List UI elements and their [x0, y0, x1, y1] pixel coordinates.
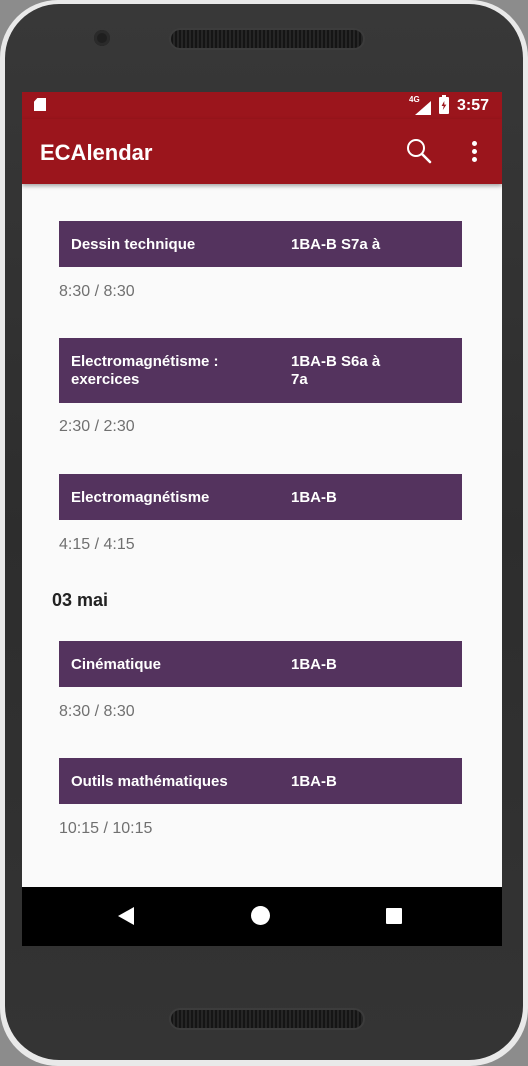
event-time: 2:30 / 2:30	[59, 418, 135, 435]
screen: 4G 3:57 ECAlendar Dessin technique 1BA-B…	[22, 92, 502, 946]
more-vert-icon-dot	[472, 149, 477, 154]
event-list[interactable]: Dessin technique 1BA-B S7a à 8:30 / 8:30…	[22, 184, 502, 887]
app-title: ECAlendar	[40, 140, 153, 165]
event-time: 8:30 / 8:30	[59, 703, 135, 720]
event-time: 10:15 / 10:15	[59, 820, 153, 837]
event-name: Cinématique	[71, 656, 162, 673]
more-options-button[interactable]	[462, 135, 486, 169]
event-name: Electromagnétisme	[71, 489, 210, 506]
day-header: 03 mai	[52, 590, 109, 610]
battery-charging-icon	[439, 95, 449, 114]
home-icon[interactable]	[251, 906, 270, 925]
event-group: 1BA-B S6a à 7a	[291, 353, 381, 388]
event-group: 1BA-B	[291, 656, 337, 673]
search-button[interactable]	[402, 135, 436, 169]
event-group: 1BA-B	[291, 773, 337, 790]
event-name: Outils mathématiques	[71, 773, 228, 790]
event-name: Dessin technique	[71, 236, 196, 253]
event-card[interactable]: Electromagnétisme : exercices 1BA-B S6a …	[59, 338, 462, 403]
signal-icon: 4G	[409, 95, 433, 115]
event-card[interactable]: Outils mathématiques 1BA-B	[59, 758, 462, 804]
back-icon[interactable]	[118, 907, 134, 925]
event-card[interactable]: Electromagnétisme 1BA-B	[59, 474, 462, 520]
more-vert-icon-dot	[472, 157, 477, 162]
earpiece-speaker	[171, 30, 363, 48]
list-item[interactable]: Cinématique 1BA-B 8:30 / 8:30	[59, 641, 462, 720]
device-frame: 4G 3:57 ECAlendar Dessin technique 1BA-B…	[0, 0, 528, 1066]
bottom-speaker	[171, 1010, 363, 1028]
status-clock: 3:57	[457, 97, 490, 114]
list-item[interactable]: Electromagnétisme 1BA-B 4:15 / 4:15	[59, 474, 462, 553]
recents-icon[interactable]	[386, 908, 402, 924]
search-icon	[407, 139, 432, 164]
more-vert-icon	[472, 141, 477, 146]
event-card[interactable]: Dessin technique 1BA-B S7a à	[59, 221, 462, 267]
network-type: 4G	[409, 95, 420, 104]
event-card[interactable]: Cinématique 1BA-B	[59, 641, 462, 687]
list-item[interactable]: Electromagnétisme : exercices 1BA-B S6a …	[59, 338, 462, 435]
list-item[interactable]: Dessin technique 1BA-B S7a à 8:30 / 8:30	[59, 221, 462, 300]
sd-card-icon	[34, 98, 46, 111]
event-time: 4:15 / 4:15	[59, 536, 135, 553]
event-time: 8:30 / 8:30	[59, 283, 135, 300]
navigation-bar	[22, 887, 502, 946]
status-bar: 4G 3:57	[22, 92, 502, 119]
event-group: 1BA-B	[291, 489, 337, 506]
list-item[interactable]: Outils mathématiques 1BA-B 10:15 / 10:15	[59, 758, 462, 837]
front-camera	[94, 30, 110, 46]
event-group: 1BA-B S7a à	[291, 236, 381, 253]
event-name: Electromagnétisme : exercices	[71, 353, 219, 388]
app-bar: ECAlendar	[22, 119, 502, 184]
